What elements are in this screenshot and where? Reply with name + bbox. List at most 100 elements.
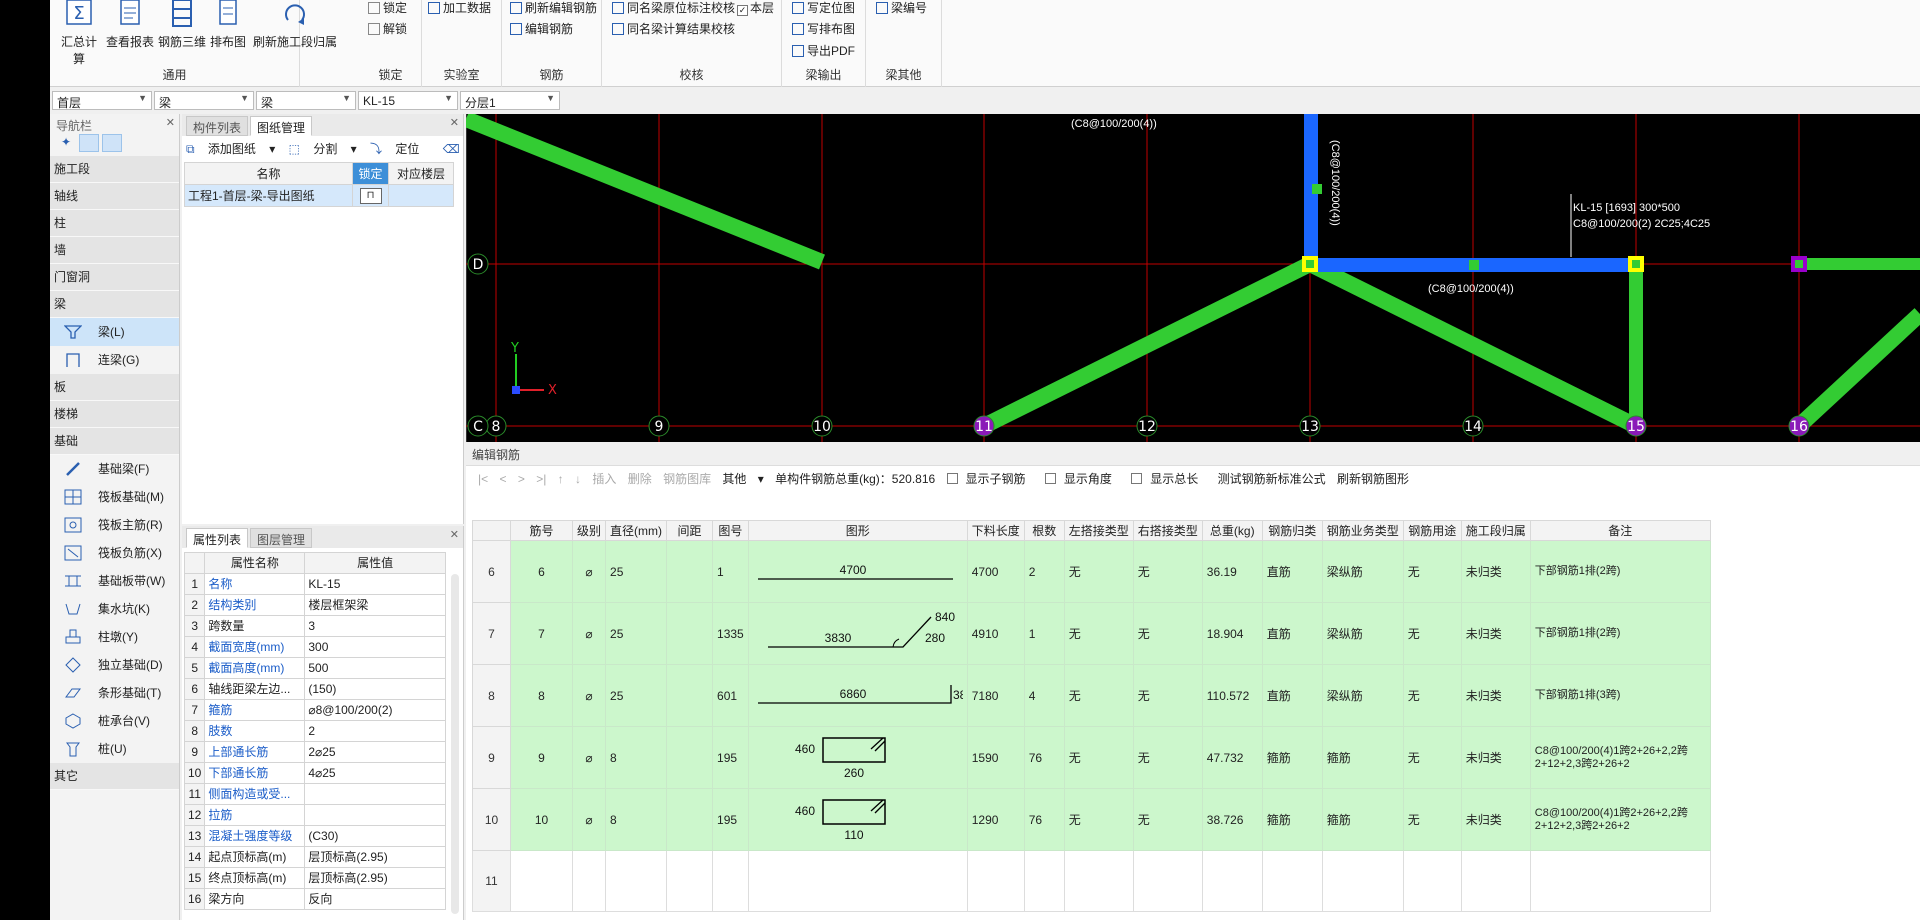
nav-category[interactable]: 柱 xyxy=(50,210,179,237)
rebar-cell[interactable]: 箍筋 xyxy=(1261,726,1323,789)
lock-toggle[interactable]: ⊓ xyxy=(352,184,389,207)
nav-category[interactable]: 墙 xyxy=(50,237,179,264)
table-row[interactable]: 10 10 ⌀ 8 195 460 110 1290 76 无无 38.726 箍筋 箍筋无未归类 C8@… xyxy=(472,788,1711,851)
move-down-button[interactable]: ↓ xyxy=(575,472,581,486)
rebar-cell[interactable]: 195 xyxy=(712,788,749,851)
property-row[interactable]: 12 拉筋 xyxy=(183,804,446,826)
property-value[interactable]: 层顶标高(2.95) xyxy=(304,846,446,868)
property-value[interactable]: 300 xyxy=(304,636,446,658)
next-row-button[interactable]: > xyxy=(518,472,525,486)
nav-item-coupling-beam[interactable]: 连梁(G) xyxy=(50,346,179,374)
rebar-cell[interactable]: ⌀ xyxy=(571,540,607,603)
property-row[interactable]: 11 侧面构造或受... xyxy=(183,783,446,805)
property-value[interactable]: 2 xyxy=(304,720,446,742)
rebar-cell[interactable]: C8@100/200(4)1跨2+26+2,2跨2+12+2,3跨2+26+2 xyxy=(1529,726,1711,789)
nav-item-isolated-footing[interactable]: 独立基础(D) xyxy=(50,651,179,679)
floor-select[interactable]: 首层 ▼ xyxy=(52,91,152,110)
property-row[interactable]: 9 上部通长筋 2⌀25 xyxy=(183,741,446,763)
rebar-shape-cell[interactable]: 3830 840 280 xyxy=(747,602,968,665)
rebar-cell[interactable]: 2 xyxy=(1023,540,1065,603)
rebar-cell[interactable] xyxy=(1201,850,1263,912)
col-lock[interactable]: 锁定 xyxy=(352,162,389,185)
rebar-cell[interactable]: 195 xyxy=(712,726,749,789)
rebar-cell[interactable]: 18.904 xyxy=(1201,602,1263,665)
rebar-cell[interactable]: 无 xyxy=(1132,788,1203,851)
first-row-button[interactable]: |< xyxy=(478,472,488,486)
rebar-cell[interactable] xyxy=(605,850,668,912)
rebar-cell[interactable]: 601 xyxy=(712,664,749,727)
rebar-cell[interactable]: 未归类 xyxy=(1460,540,1531,603)
rebar-cell[interactable]: 10 xyxy=(510,788,573,851)
property-value[interactable]: 4⌀25 xyxy=(304,762,446,784)
view-report-button[interactable]: 查看报表 xyxy=(106,0,154,50)
nav-item-raft-main-rebar[interactable]: 筏板主筋(R) xyxy=(50,511,179,539)
nav-item-strip-footing[interactable]: 条形基础(T) xyxy=(50,679,179,707)
rebar-cell[interactable]: 无 xyxy=(1063,602,1134,665)
rebar-cell[interactable]: 直筋 xyxy=(1261,664,1323,727)
tab-component-list[interactable]: 构件列表 xyxy=(186,116,249,136)
rebar-cell[interactable] xyxy=(1063,850,1134,912)
tab-drawing-management[interactable]: 图纸管理 xyxy=(250,116,313,136)
rebar-cell[interactable]: 未归类 xyxy=(1460,664,1531,727)
table-row[interactable]: 7 7 ⌀ 25 1335 3830 840 280 4910 1 无无 18.904 直筋 梁纵筋无未归… xyxy=(472,602,1711,665)
nav-item-sump[interactable]: 集水坑(K) xyxy=(50,595,179,623)
refresh-edit-rebar-button[interactable]: 刷新编辑钢筋 xyxy=(510,0,597,16)
rebar-cell[interactable]: 7 xyxy=(510,602,573,665)
rebar-cell[interactable]: 直筋 xyxy=(1261,602,1323,665)
property-row[interactable]: 16 梁方向 反向 xyxy=(183,888,446,910)
rebar-cell[interactable] xyxy=(666,602,714,665)
unlock-button[interactable]: 解锁 xyxy=(368,20,407,37)
close-icon[interactable]: ✕ xyxy=(450,116,459,129)
beam-numbering-button[interactable]: 梁编号 xyxy=(876,0,927,16)
property-value[interactable]: 楼层框架梁 xyxy=(304,594,446,616)
property-row[interactable]: 8 肢数 2 xyxy=(183,720,446,742)
insert-button[interactable]: 插入 xyxy=(592,472,616,486)
rebar-shape-cell[interactable]: 6860 380 xyxy=(747,664,968,727)
rebar-cell[interactable]: 无 xyxy=(1402,664,1462,727)
property-value[interactable]: KL-15 xyxy=(304,573,446,595)
rebar-cell[interactable]: C8@100/200(4)1跨2+26+2,2跨2+12+2,3跨2+26+2 xyxy=(1529,788,1711,851)
nav-item-beam[interactable]: 梁(L) xyxy=(50,318,179,346)
tab-property-list[interactable]: 属性列表 xyxy=(186,528,249,548)
rebar-cell[interactable] xyxy=(712,850,749,912)
property-row[interactable]: 15 终点顶标高(m) 层顶标高(2.95) xyxy=(183,867,446,889)
show-total-length-checkbox[interactable]: 显示总长 xyxy=(1131,472,1206,486)
add-drawing-button[interactable]: ⧉ 添加图纸 ▾ xyxy=(186,142,275,156)
nav-item-raft[interactable]: 筏板基础(M) xyxy=(50,483,179,511)
rebar-cell[interactable] xyxy=(1402,850,1462,912)
rebar-cell[interactable]: ⌀ xyxy=(571,602,607,665)
rebar-cell[interactable]: 4910 xyxy=(966,602,1025,665)
property-value[interactable] xyxy=(304,804,446,826)
locate-button[interactable]: ⤵ 定位 xyxy=(370,142,429,156)
rebar-cell[interactable] xyxy=(666,540,714,603)
nav-category[interactable]: 基础 xyxy=(50,428,179,455)
rebar-cell[interactable]: 4 xyxy=(1023,664,1065,727)
rebar-cell[interactable]: 梁纵筋 xyxy=(1321,664,1404,727)
drawing-canvas[interactable]: 8 9 10 11 12 13 14 15 16 C D (C8@100/200(4)) (C8@100… xyxy=(463,111,1920,442)
rebar-cell[interactable]: 无 xyxy=(1063,540,1134,603)
close-icon[interactable]: ✕ xyxy=(450,528,459,541)
type-select[interactable]: 梁 ▼ xyxy=(256,91,356,110)
split-button[interactable]: ⬚ 分割 ▾ xyxy=(289,142,357,156)
rebar-cell[interactable]: 8 xyxy=(510,664,573,727)
property-value[interactable]: (C30) xyxy=(304,825,446,847)
property-value[interactable]: (150) xyxy=(304,678,446,700)
nav-category[interactable]: 门窗洞 xyxy=(50,264,179,291)
nav-item-pile-cap[interactable]: 桩承台(V) xyxy=(50,707,179,735)
pin-icon[interactable]: ✦ xyxy=(56,134,76,152)
write-position-drawing-button[interactable]: 写定位图 xyxy=(792,0,855,16)
rebar-cell[interactable] xyxy=(666,850,714,912)
rebar-cell[interactable] xyxy=(666,726,714,789)
prev-row-button[interactable]: < xyxy=(499,472,506,486)
rebar-cell[interactable]: ⌀ xyxy=(571,788,607,851)
rebar-cell[interactable]: 箍筋 xyxy=(1261,788,1323,851)
rebar-cell[interactable]: 直筋 xyxy=(1261,540,1323,603)
property-scrollbar[interactable] xyxy=(451,574,459,914)
refresh-segment-button[interactable]: 刷新施工段归属 xyxy=(250,0,340,50)
rebar-cell[interactable]: 8 xyxy=(605,726,668,789)
component-select[interactable]: KL-15 ▼ xyxy=(358,91,458,110)
tab-layer-management[interactable]: 图层管理 xyxy=(250,528,313,548)
same-beam-result-check-button[interactable]: 同名梁计算结果校核 xyxy=(612,20,735,37)
rebar-cell[interactable] xyxy=(1460,850,1531,912)
lock-button[interactable]: 锁定 xyxy=(368,0,407,16)
